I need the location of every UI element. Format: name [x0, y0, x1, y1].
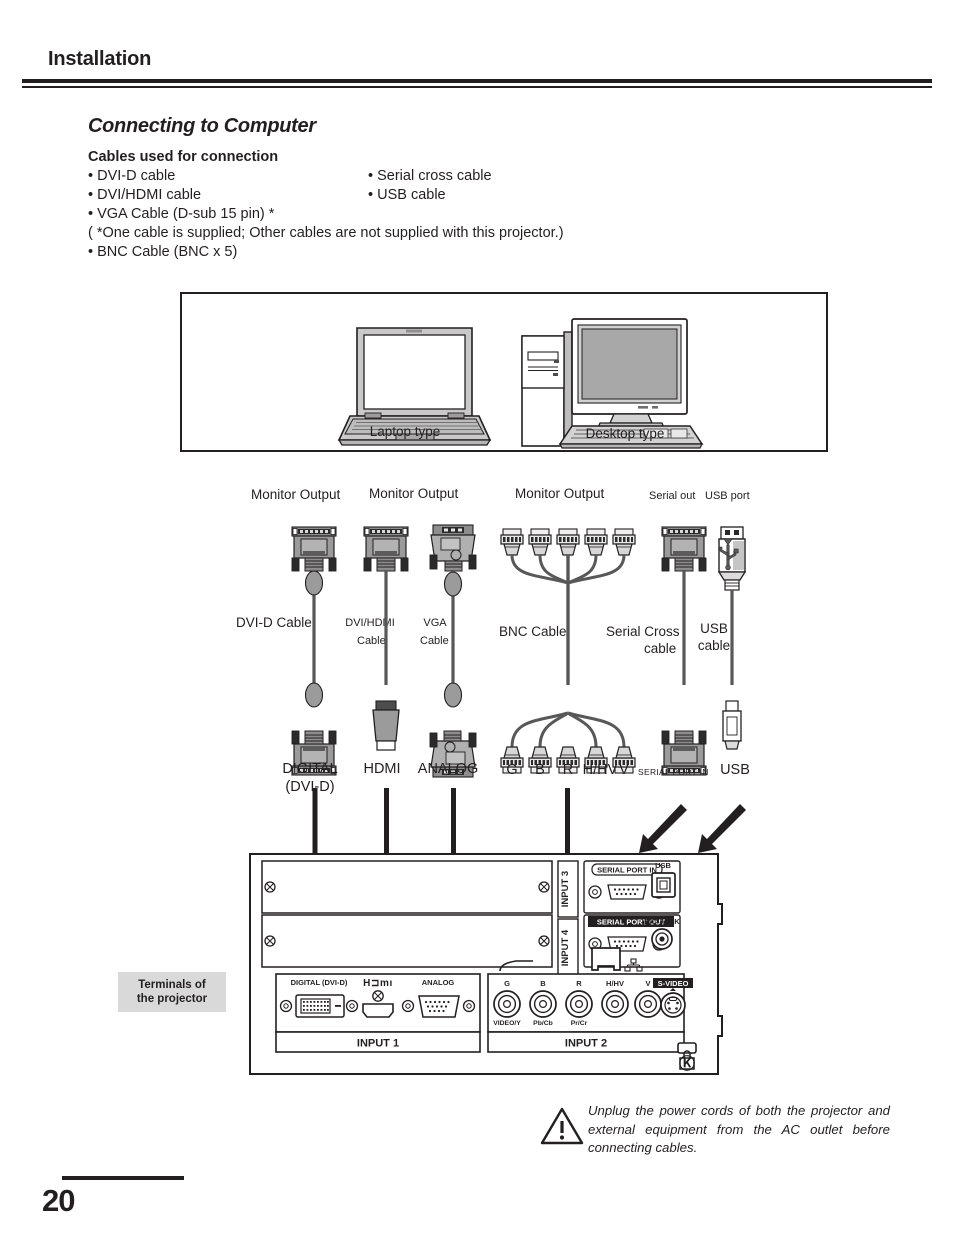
label-hdmi: HDMI [363, 761, 401, 777]
input3-input4-tabs: INPUT 3 INPUT 4 [557, 860, 579, 978]
header-rule-thick [22, 79, 932, 83]
list-item: • VGA Cable (D-sub 15 pin) * [88, 206, 275, 222]
computer-illustration-box [180, 292, 828, 452]
section-title: Connecting to Computer [88, 115, 316, 137]
computers-artwork [337, 318, 704, 449]
caution-note: Unplug the power cords of both the proje… [540, 1100, 890, 1164]
cable-list-left: • DVI-D cable • DVI/HDMI cable • VGA Cab… [88, 167, 564, 262]
option-slot-lower [261, 914, 553, 968]
callout-line1: Terminals of [138, 979, 206, 991]
label-bnc-b: B [535, 762, 545, 778]
input4-label: INPUT 4 [560, 929, 571, 966]
page-header: Installation [0, 0, 954, 92]
connector-usb-top [718, 526, 746, 685]
connector-bnc-top [500, 528, 636, 685]
svg-text:G: G [504, 979, 510, 988]
panel-usb-label: USB [655, 861, 671, 870]
input1-group: INPUT 1 DIGITAL (DVI-D) H⊐mı ANALOG [275, 973, 481, 1053]
cables-used-heading: Cables used for connection [88, 149, 279, 165]
list-item: • DVI-D cable [88, 168, 176, 184]
terminals-of-projector-callout: Terminals of the projector [118, 972, 226, 1012]
input1-analog-label: ANALOG [422, 978, 455, 987]
label-analog: ANALOG [417, 761, 479, 777]
label-serial-out: Serial out [649, 490, 696, 502]
svg-text:SERIAL PORT IN: SERIAL PORT IN [597, 866, 657, 875]
list-item: • BNC Cable (BNC x 5) [88, 244, 238, 260]
label-monitor-output-dvi-hdmi: Monitor Output [369, 486, 459, 501]
label-bnc-g: G [506, 762, 518, 778]
list-item: • DVI/HDMI cable [88, 187, 202, 203]
input1-digital-label: DIGITAL (DVI-D) [291, 978, 348, 987]
input3-label: INPUT 3 [560, 871, 571, 907]
kensington-lock: Ⓚ [677, 1042, 697, 1073]
input2-group-label: INPUT 2 [565, 1038, 607, 1050]
svg-text:VIDEO/Y: VIDEO/Y [493, 1020, 521, 1027]
label-usb-port: USB port [705, 490, 750, 502]
input1-hdmi-label: H⊐mı [363, 978, 393, 989]
list-item: • USB cable [368, 187, 446, 203]
caution-text: Unplug the power cords of both the proje… [588, 1103, 890, 1155]
page-title: Installation [48, 48, 152, 70]
svg-text:Pr/Cr: Pr/Cr [571, 1020, 588, 1027]
svg-text:Ⓚ: Ⓚ [679, 1054, 695, 1073]
svg-text:V: V [645, 979, 650, 988]
svg-text:S-VIDEO: S-VIDEO [658, 979, 689, 988]
connector-dvi-d-top [291, 526, 337, 685]
svg-text:H/HV: H/HV [606, 979, 624, 988]
header-rule-thin [22, 86, 932, 88]
projector-terminal-panel: INPUT 3 INPUT 4 SERIAL PORT IN SERIAL PO… [249, 853, 723, 1075]
callout-line2: the projector [136, 993, 208, 1005]
connector-dvi-hdmi-top [363, 526, 409, 685]
label-bnc-v: V [619, 762, 629, 778]
connector-vga-top [429, 524, 477, 685]
svg-text:Pb/Cb: Pb/Cb [533, 1020, 553, 1027]
connector-usb-bottom [722, 700, 742, 750]
svg-text:R: R [576, 979, 582, 988]
list-item: • Serial cross cable [368, 168, 492, 184]
page-number-rule [62, 1176, 184, 1180]
desktop-caption: Desktop type [585, 426, 665, 441]
option-slot-upper [261, 860, 553, 914]
connector-hdmi-bottom [372, 700, 400, 751]
laptop-caption: Laptop type [369, 424, 441, 439]
connector-serial-top [661, 526, 707, 685]
svg-text:B: B [540, 979, 546, 988]
label-monitor-output-bnc: Monitor Output [515, 486, 605, 501]
label-monitor-output-dvi: Monitor Output [251, 487, 341, 502]
warning-triangle-icon [540, 1107, 584, 1145]
list-item-note: ( *One cable is supplied; Other cables a… [88, 225, 564, 241]
input1-group-label: INPUT 1 [357, 1038, 399, 1050]
cable-list-right: • Serial cross cable • USB cable [368, 167, 628, 205]
rc-jack-label: R/C JACK [644, 917, 680, 926]
label-serial-port-in: SERIAL PORT IN [638, 767, 709, 777]
input2-group: INPUT 2 G VIDEO/Y B Pb/Cb R Pr/Cr H/HV V… [487, 973, 693, 1053]
page-number: 20 [42, 1183, 75, 1218]
label-usb-terminal: USB [720, 762, 750, 778]
